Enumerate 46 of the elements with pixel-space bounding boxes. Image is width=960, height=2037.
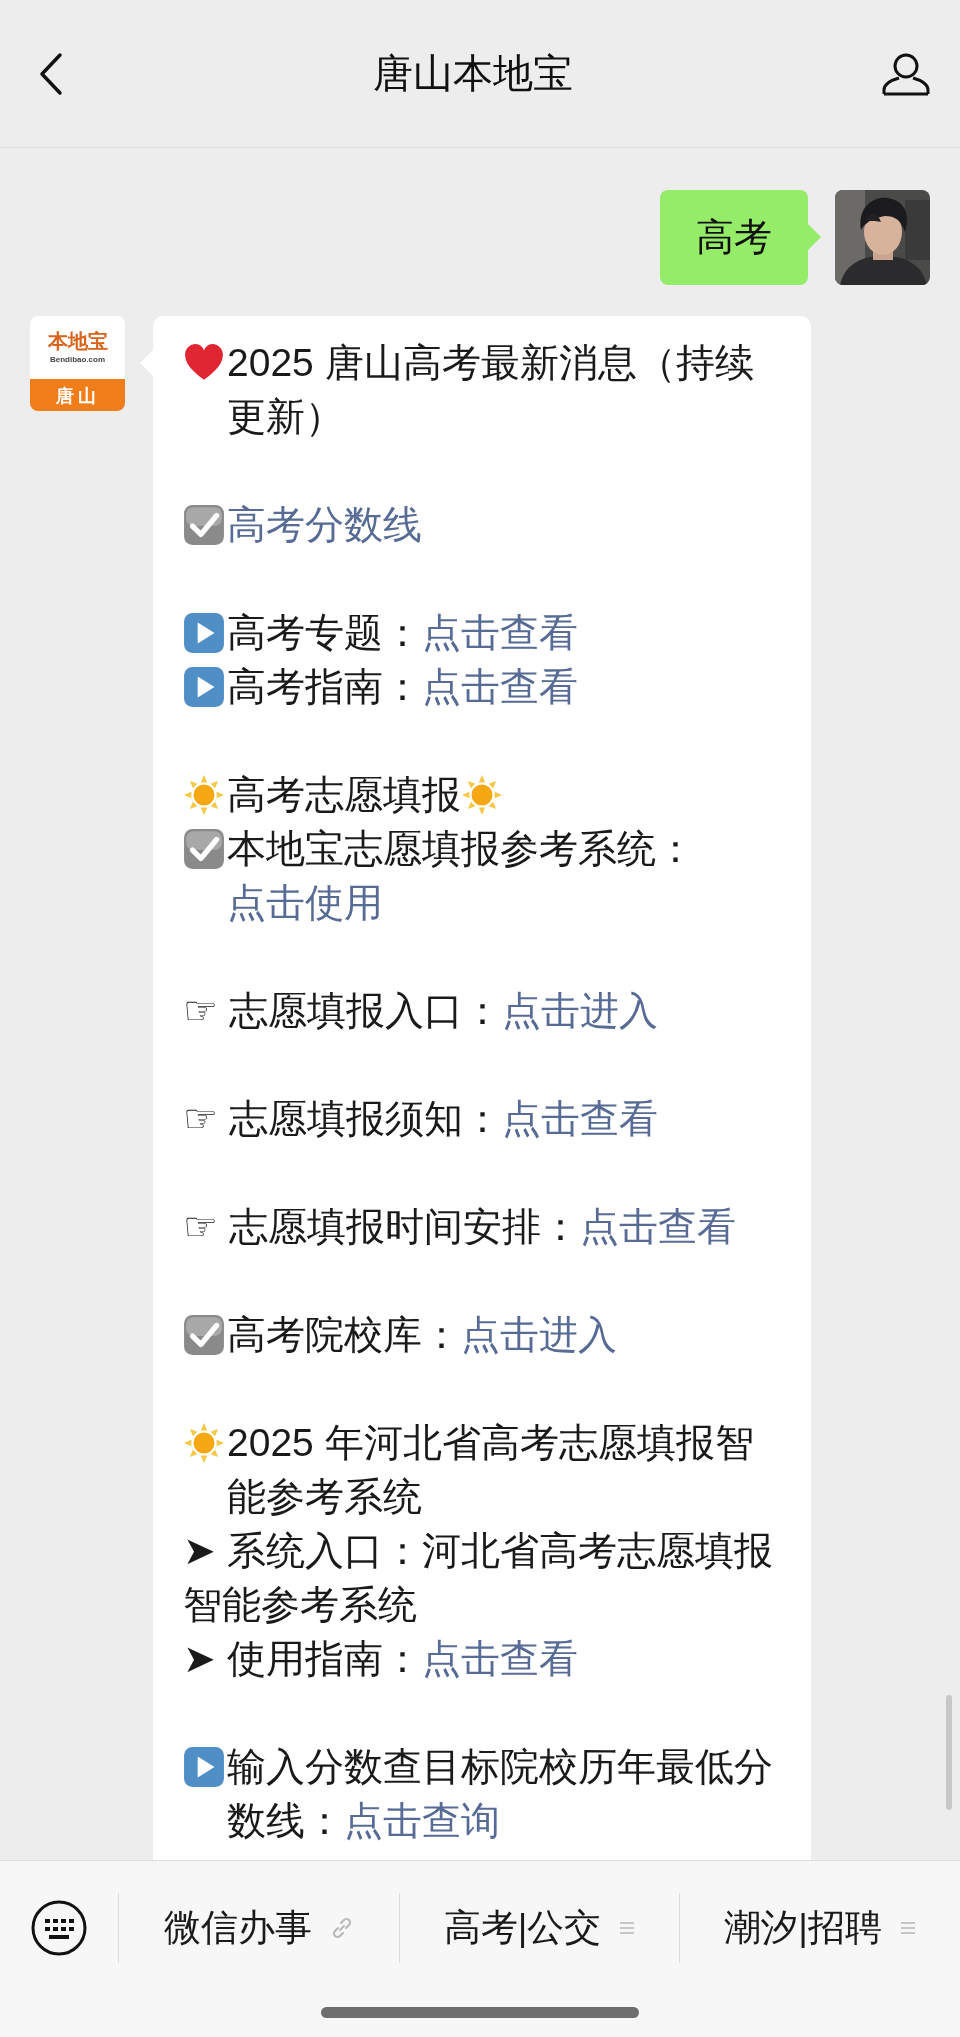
checkbox-icon xyxy=(183,828,225,870)
message-text: 高考院校库：点击进入 xyxy=(227,1312,617,1358)
message-text: 输入分数查目标院校历年最低分数线：点击查询 xyxy=(227,1744,774,1844)
message-link[interactable]: 点击进入 xyxy=(501,989,658,1032)
checkbox-icon xyxy=(183,1314,225,1356)
play-icon xyxy=(183,1746,225,1788)
sun-icon xyxy=(183,774,225,816)
message-link[interactable]: 点击进入 xyxy=(461,1313,617,1356)
chat-bubble: 高考 xyxy=(660,190,808,285)
keyboard-icon[interactable] xyxy=(30,1899,88,1957)
message-text: ☞ 志愿填报时间安排：点击查看 xyxy=(183,1204,736,1250)
message-link[interactable]: 点击查看 xyxy=(422,611,578,654)
message-text: 本地宝志愿填报参考系统： 点击使用 xyxy=(227,826,696,926)
message-link[interactable]: 高考分数线 xyxy=(227,498,422,552)
message-text: ☞ 志愿填报入口：点击进入 xyxy=(183,988,658,1034)
play-icon xyxy=(183,612,225,654)
bubble-tail xyxy=(808,224,821,250)
message-link[interactable]: 点击查看 xyxy=(579,1205,736,1248)
logo-site: Bendibao.com xyxy=(49,355,106,364)
logo-brand: 本地宝 xyxy=(47,331,108,351)
message-link[interactable]: 点击查看 xyxy=(421,1637,578,1680)
window-title: 唐山本地宝 xyxy=(373,50,573,97)
message-text: 高考专题：点击查看 xyxy=(227,610,578,656)
menu-item[interactable]: 高考|公交 xyxy=(398,1893,680,1963)
message-link[interactable]: 点击使用 xyxy=(227,881,383,924)
menu-icon xyxy=(619,1920,636,1936)
message-text: 2025 唐山高考最新消息（持续更新） xyxy=(227,340,755,440)
back-icon[interactable] xyxy=(38,51,64,96)
menu-item[interactable]: 微信办事 xyxy=(119,1893,399,1963)
message-text: ☞ 志愿填报须知：点击查看 xyxy=(183,1096,658,1142)
message-link[interactable]: 点击查看 xyxy=(422,665,578,708)
sun-icon xyxy=(461,774,503,816)
sun-icon xyxy=(183,1422,225,1464)
message-text: 2025 年河北省高考志愿填报智能参考系统 xyxy=(227,1420,755,1520)
play-icon xyxy=(183,666,225,708)
logo-city: 唐山 xyxy=(30,381,125,411)
message-text: 高考志愿填报 xyxy=(227,772,461,818)
menu-icon xyxy=(900,1920,916,1936)
message-text: ➤ 使用指南：点击查看 xyxy=(183,1636,578,1682)
checkbox-icon xyxy=(183,504,225,546)
message-text: 高考指南：点击查看 xyxy=(227,664,578,710)
menu-item[interactable]: 潮汐|招聘 xyxy=(679,1893,960,1963)
message-link[interactable]: 点击查看 xyxy=(501,1097,658,1140)
person-icon[interactable] xyxy=(882,51,930,96)
message-link[interactable]: 点击查询 xyxy=(344,1799,500,1842)
message-text: ➤ 系统入口：河北省高考志愿填报智能参考系统 xyxy=(183,1528,774,1628)
